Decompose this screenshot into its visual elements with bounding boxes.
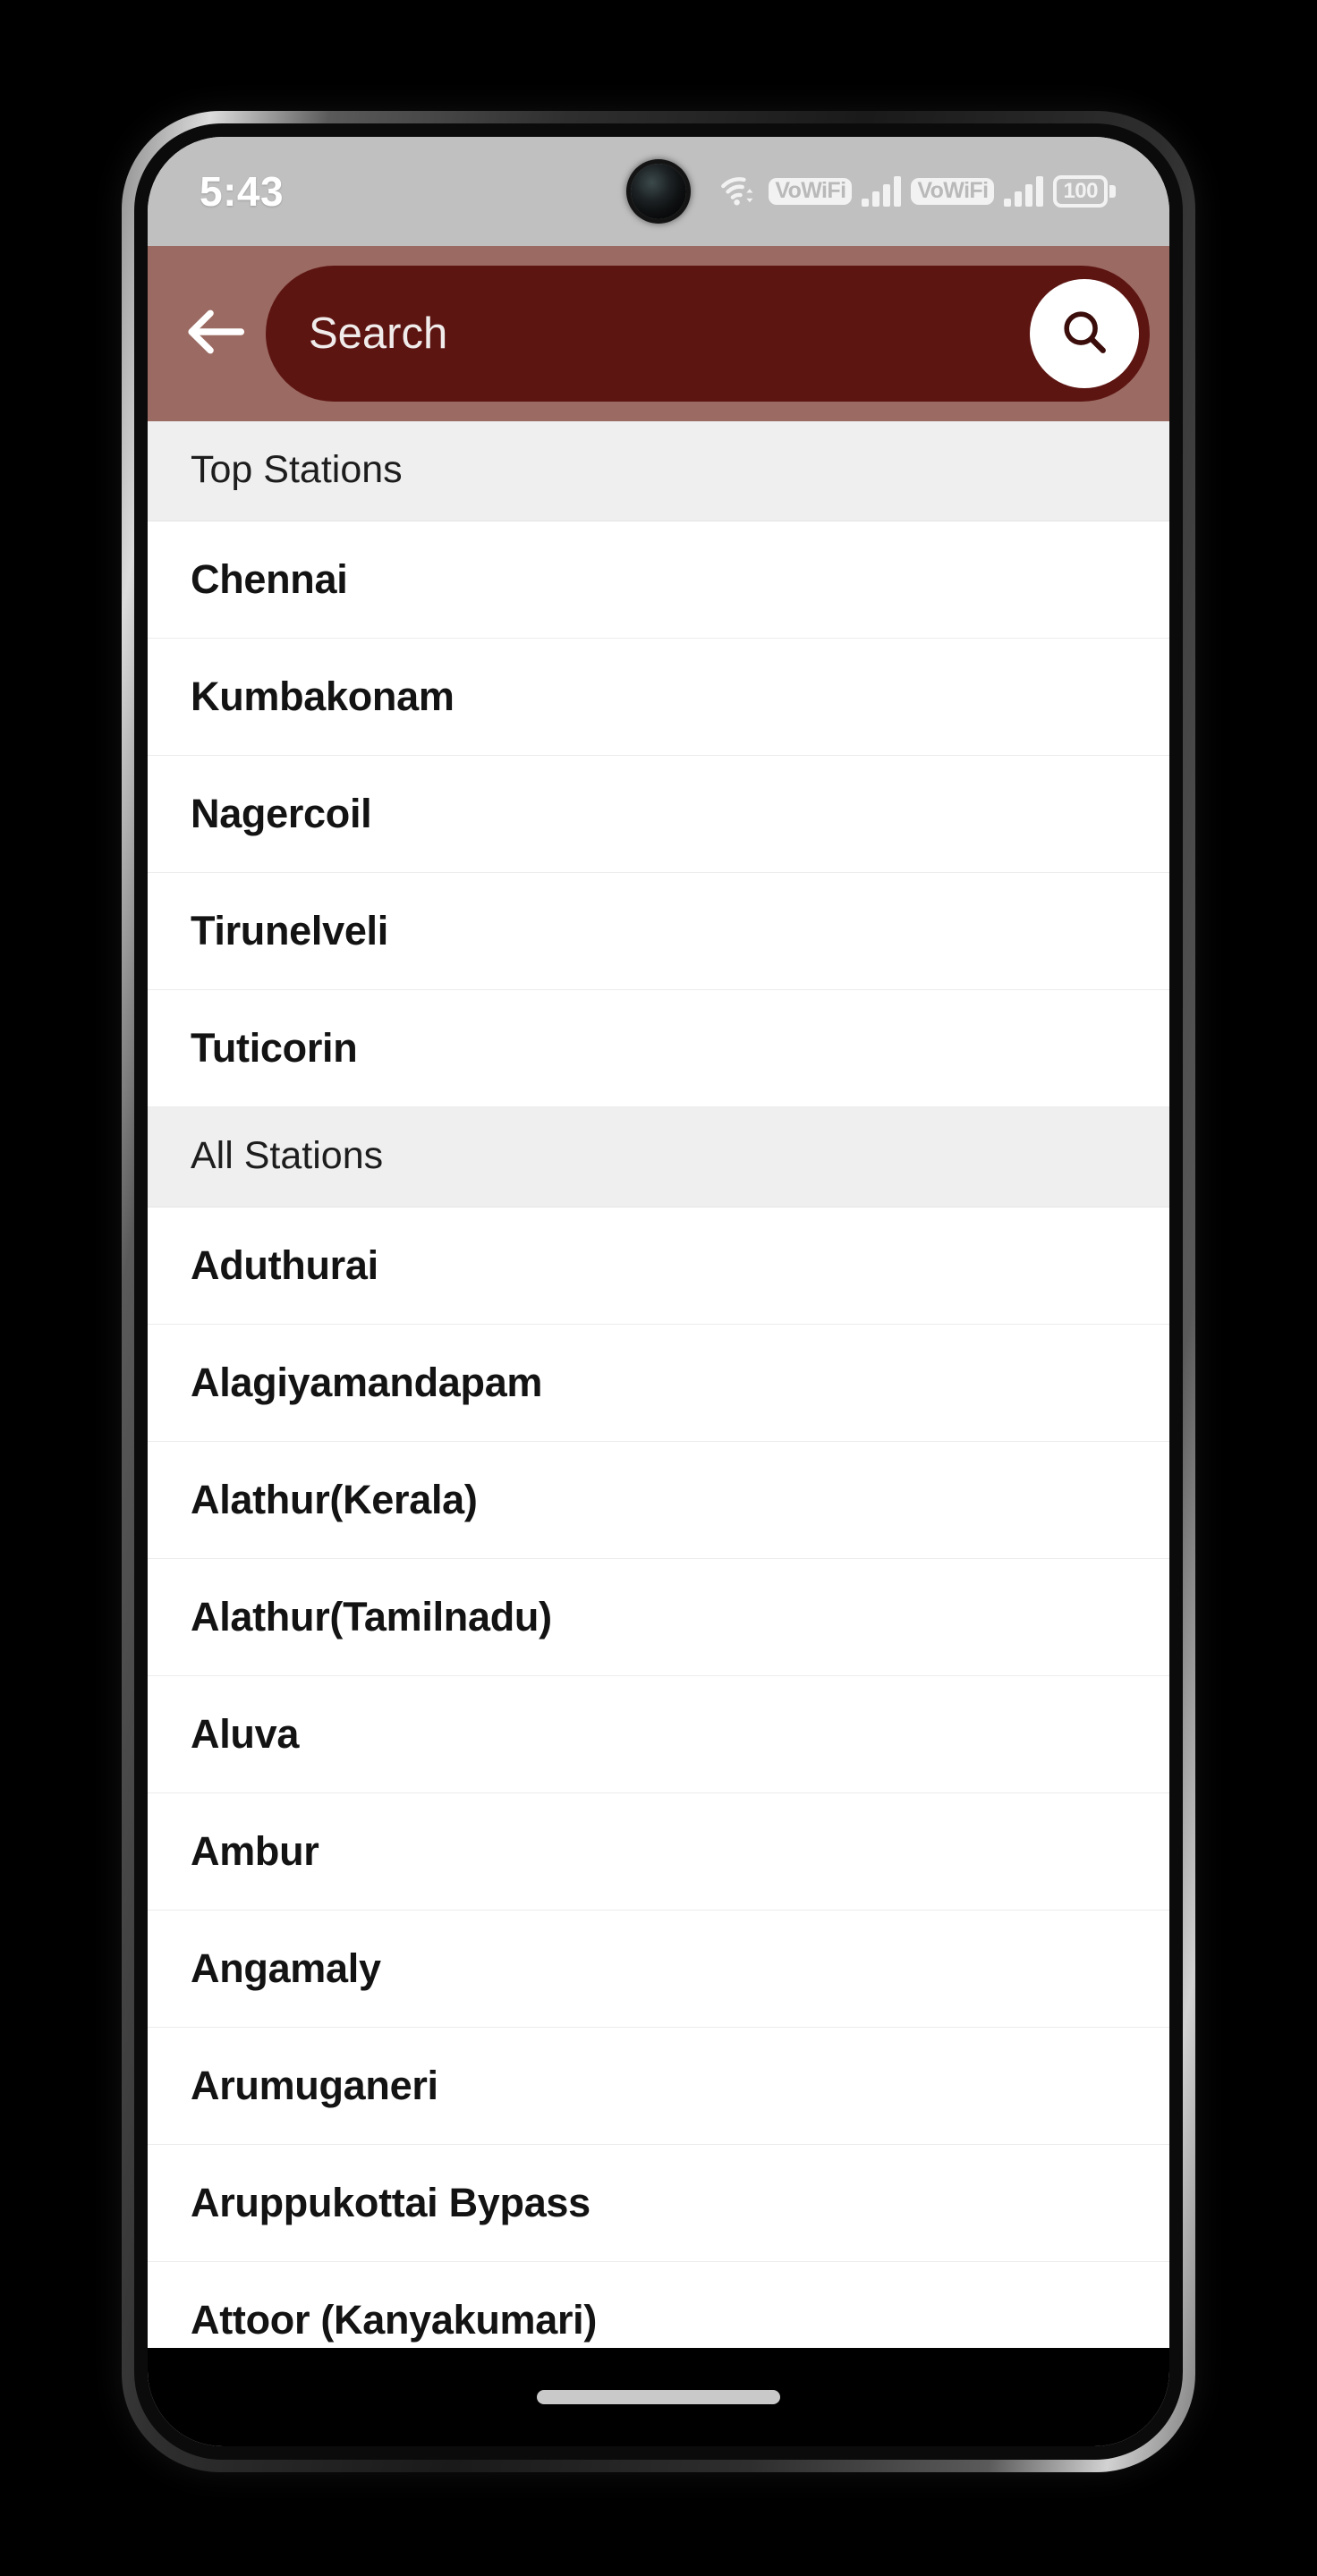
signal-strength-icon-sim1 xyxy=(862,176,902,207)
wifi-icon xyxy=(721,176,759,207)
station-row[interactable]: Angamaly xyxy=(148,1911,1169,2028)
station-name: Alathur(Kerala) xyxy=(191,1477,478,1522)
phone-screen: 5:43 VoWiFi VoWiFi 100 Search Top Statio… xyxy=(148,137,1169,2446)
vowifi-badge-sim2: VoWiFi xyxy=(911,178,995,205)
station-name: Nagercoil xyxy=(191,791,372,836)
battery-body: 100 xyxy=(1053,175,1108,208)
search-icon xyxy=(1058,306,1110,362)
station-row[interactable]: Tirunelveli xyxy=(148,873,1169,990)
station-row[interactable]: Chennai xyxy=(148,521,1169,639)
station-name: Chennai xyxy=(191,556,348,602)
battery-level-label: 100 xyxy=(1063,178,1098,203)
status-bar-icons: VoWiFi VoWiFi 100 xyxy=(721,175,1116,208)
station-row[interactable]: Alagiyamandapam xyxy=(148,1325,1169,1442)
station-row[interactable]: Tuticorin xyxy=(148,990,1169,1107)
station-row[interactable]: Alathur(Kerala) xyxy=(148,1442,1169,1559)
gesture-handle[interactable] xyxy=(537,2390,780,2404)
search-submit-button[interactable] xyxy=(1030,279,1139,388)
station-name: Kumbakonam xyxy=(191,674,455,719)
station-row[interactable]: Aruppukottai Bypass xyxy=(148,2145,1169,2262)
station-name: Tirunelveli xyxy=(191,908,388,953)
station-name: Ambur xyxy=(191,1828,319,1874)
station-list[interactable]: Top Stations Chennai Kumbakonam Nagercoil Ti… xyxy=(148,421,1169,2348)
station-name: Aluva xyxy=(191,1711,300,1757)
station-name: Aruppukottai Bypass xyxy=(191,2180,591,2225)
phone-frame: 5:43 VoWiFi VoWiFi 100 Search Top Statio… xyxy=(122,111,1195,2472)
status-bar: 5:43 VoWiFi VoWiFi 100 xyxy=(148,137,1169,246)
signal-strength-icon-sim2 xyxy=(1004,176,1044,207)
station-name: Attoor (Kanyakumari) xyxy=(191,2297,598,2343)
vowifi-badge-sim1: VoWiFi xyxy=(769,178,853,205)
battery-icon: 100 xyxy=(1053,175,1116,208)
station-row[interactable]: Aluva xyxy=(148,1676,1169,1793)
station-name: Tuticorin xyxy=(191,1025,358,1071)
status-bar-clock: 5:43 xyxy=(200,168,285,215)
navigation-bar xyxy=(148,2348,1169,2446)
station-row[interactable]: Arumuganeri xyxy=(148,2028,1169,2145)
back-arrow-icon xyxy=(183,304,249,364)
station-name: Alagiyamandapam xyxy=(191,1360,543,1405)
phone-bezel: 5:43 VoWiFi VoWiFi 100 Search Top Statio… xyxy=(134,123,1183,2460)
app-bar xyxy=(148,246,1169,421)
station-name: Aduthurai xyxy=(191,1242,378,1288)
battery-cap xyxy=(1109,185,1116,198)
station-name: Alathur(Tamilnadu) xyxy=(191,1594,552,1640)
search-input[interactable] xyxy=(309,309,1030,359)
station-row[interactable]: Alathur(Tamilnadu) xyxy=(148,1559,1169,1676)
front-camera-punch-hole xyxy=(631,164,686,219)
back-button[interactable] xyxy=(173,291,259,377)
search-bar[interactable] xyxy=(266,266,1150,402)
station-name: Angamaly xyxy=(191,1945,381,1991)
station-row[interactable]: Kumbakonam xyxy=(148,639,1169,756)
station-row[interactable]: Attoor (Kanyakumari) xyxy=(148,2262,1169,2348)
section-header: All Stations xyxy=(148,1107,1169,1208)
station-name: Arumuganeri xyxy=(191,2063,438,2108)
station-row[interactable]: Aduthurai xyxy=(148,1208,1169,1325)
section-header: Top Stations xyxy=(148,421,1169,521)
station-row[interactable]: Ambur xyxy=(148,1793,1169,1911)
station-row[interactable]: Nagercoil xyxy=(148,756,1169,873)
